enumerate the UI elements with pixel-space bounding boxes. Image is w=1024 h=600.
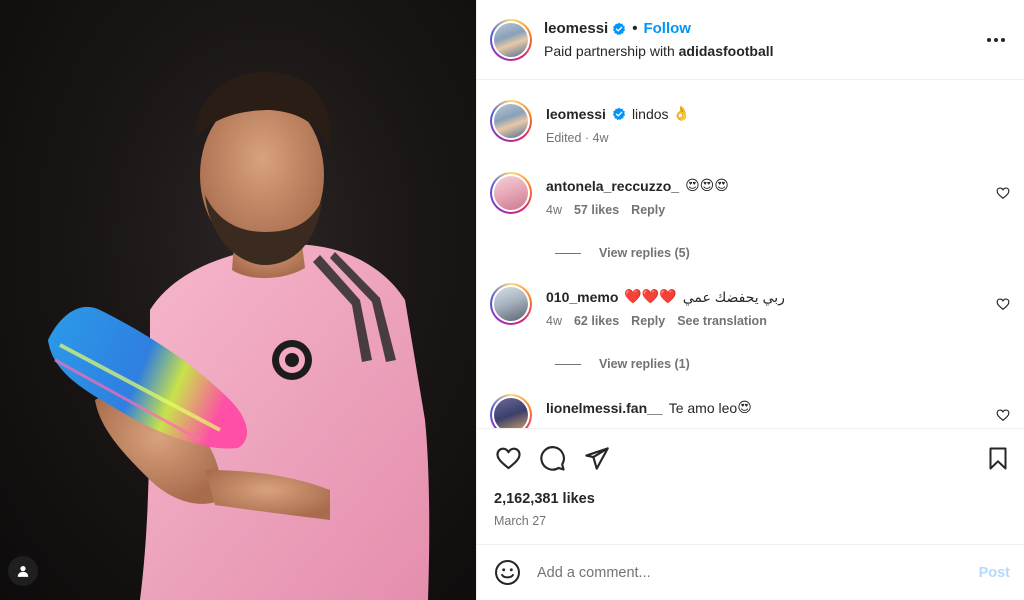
comment-input[interactable] (537, 564, 979, 581)
photo-illustration (48, 71, 430, 600)
comment-like-heart-icon[interactable] (996, 297, 1010, 311)
comment-item: lionelmessi.fan__ Te amo leo 😍 (490, 394, 1010, 428)
view-replies-button[interactable]: View replies (5) (555, 246, 690, 260)
comment-icon[interactable] (539, 445, 566, 472)
caption: leomessi lindos 👌 Edited · 4w (490, 100, 1010, 145)
comment-likes[interactable]: 62 likes (574, 314, 619, 328)
comment-time: 4w (546, 314, 562, 328)
commenter-avatar[interactable] (490, 172, 532, 214)
partner-link[interactable]: adidasfootball (679, 43, 774, 59)
view-replies-label: View replies (5) (599, 246, 690, 260)
commenter-avatar[interactable] (490, 283, 532, 325)
caption-text: lindos (631, 106, 669, 122)
reply-button[interactable]: Reply (631, 314, 665, 328)
add-comment-bar: Post (477, 544, 1024, 600)
post-actions: 2,162,381 likes March 27 (477, 428, 1024, 544)
follow-button[interactable]: Follow (643, 19, 691, 39)
comment-like-heart-icon[interactable] (996, 186, 1010, 200)
user-icon (17, 566, 29, 577)
comment-likes[interactable]: 57 likes (574, 203, 619, 217)
comment-item: 010_memo ❤️❤️❤️ ربي يحفضك عمي 4w 62 like… (490, 283, 1010, 328)
commenter-username[interactable]: antonela_reccuzzo_ (546, 176, 679, 196)
bookmark-icon[interactable] (986, 445, 1010, 472)
view-replies-button[interactable]: View replies (1) (555, 357, 690, 371)
commenter-username[interactable]: 010_memo (546, 287, 618, 307)
more-options-button[interactable] (984, 28, 1008, 52)
heart-icon[interactable] (495, 445, 522, 472)
see-translation-button[interactable]: See translation (677, 314, 767, 328)
caption-meta: Edited · 4w (546, 131, 609, 145)
comment-emoji: ❤️❤️❤️ (624, 289, 677, 305)
replies-line (555, 252, 581, 254)
caption-avatar[interactable] (490, 100, 532, 142)
comment-text: ربي يحفضك عمي (682, 289, 785, 305)
paid-partnership-label: Paid partnership with adidasfootball (544, 41, 774, 61)
author-avatar[interactable] (490, 18, 532, 61)
paper-plane-icon[interactable] (583, 445, 610, 472)
smiley-icon[interactable] (494, 559, 521, 586)
more-horizontal-icon (987, 38, 1005, 42)
post-side-panel: leomessi • Follow Paid partnership with … (476, 0, 1024, 600)
comments-list[interactable]: leomessi lindos 👌 Edited · 4w antonela_r… (477, 80, 1024, 428)
commenter-username[interactable]: lionelmessi.fan__ (546, 398, 663, 418)
author-username[interactable]: leomessi (544, 19, 608, 39)
view-replies-label: View replies (1) (599, 357, 690, 371)
comment-item: antonela_reccuzzo_ 😍😍😍 4w 57 likes Reply (490, 172, 1010, 217)
comment-like-heart-icon[interactable] (996, 408, 1010, 422)
ok-hand-emoji: 👌 (672, 106, 690, 122)
caption-username[interactable]: leomessi (546, 104, 606, 124)
likes-count[interactable]: 2,162,381 likes (494, 491, 595, 507)
partnership-prefix: Paid partnership with (544, 42, 675, 59)
instagram-post-modal: leomessi • Follow Paid partnership with … (0, 0, 1024, 600)
replies-line (555, 363, 581, 365)
reply-button[interactable]: Reply (631, 203, 665, 217)
post-comment-button[interactable]: Post (979, 565, 1010, 581)
post-date[interactable]: March 27 (494, 514, 546, 528)
verified-badge-icon (613, 22, 626, 35)
comment-emoji: 😍😍😍 (685, 178, 729, 194)
tagged-users-button[interactable] (8, 556, 38, 586)
commenter-avatar[interactable] (490, 394, 532, 428)
verified-badge-icon (612, 107, 626, 121)
comment-emoji: 😍 (737, 400, 752, 416)
comment-text: Te amo leo (668, 400, 738, 416)
comment-time: 4w (546, 203, 562, 217)
separator-dot: • (632, 19, 638, 37)
post-header: leomessi • Follow Paid partnership with … (477, 0, 1024, 80)
post-image[interactable] (0, 0, 476, 600)
